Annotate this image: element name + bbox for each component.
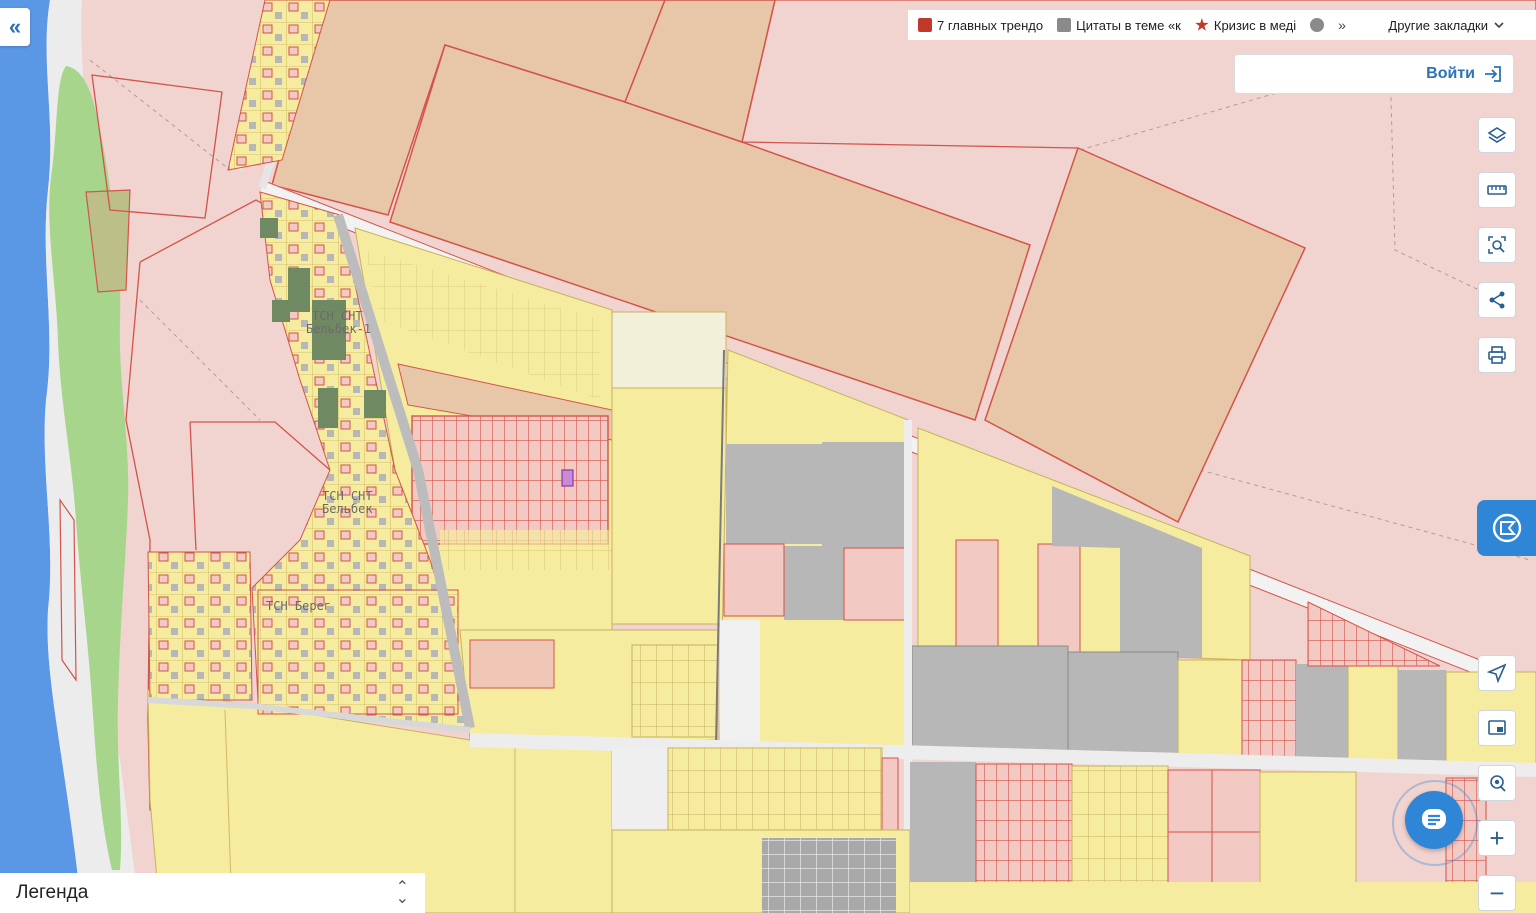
quote-site-icon <box>1057 18 1072 32</box>
bookmark-item[interactable]: 7 главных трендо <box>918 18 1043 33</box>
label-snt-belbek-1: ТСН СНТ <box>312 309 363 323</box>
more-bookmarks-button[interactable]: » <box>1338 17 1346 33</box>
locate-button[interactable] <box>1478 655 1516 691</box>
label-snt-belbek-name: Бельбек <box>322 502 373 516</box>
expand-collapse-icon[interactable]: ⌃ ⌄ <box>396 879 409 906</box>
built-area-6 <box>1067 651 1179 757</box>
bookmarks-bar: 7 главных трендо Цитаты в теме «к Кризис… <box>908 10 1536 40</box>
area-search-button[interactable] <box>1478 227 1516 263</box>
label-tsn-bereg: ТСН Берег <box>266 599 331 613</box>
ruler-icon <box>1487 185 1507 195</box>
built-grid <box>762 838 896 913</box>
print-button[interactable] <box>1478 337 1516 373</box>
star-site-icon <box>1195 18 1209 31</box>
collapse-sidebar-button[interactable]: « <box>0 8 30 46</box>
geo-pin-button[interactable] <box>1478 765 1516 801</box>
other-bookmarks-button[interactable]: Другие закладки <box>1388 18 1536 33</box>
layers-icon <box>1487 127 1507 143</box>
chat-button[interactable] <box>1405 791 1463 849</box>
built-area-9 <box>910 762 976 882</box>
zoom-out-button[interactable]: − <box>1478 875 1516 911</box>
login-button[interactable]: Войти <box>1234 54 1514 94</box>
highlighted-plot[interactable] <box>561 469 574 487</box>
built-area-5 <box>911 645 1069 753</box>
login-label: Войти <box>1426 65 1475 82</box>
geo-pin-icon <box>1490 775 1506 792</box>
area-search-icon <box>1488 236 1506 254</box>
chevron-down-icon <box>1494 22 1504 29</box>
bookmark-item[interactable]: Кризис в меді <box>1195 18 1296 33</box>
legend-panel[interactable]: Легенда ⌃ ⌄ <box>0 873 425 913</box>
share-button[interactable] <box>1478 282 1516 318</box>
layers-button[interactable] <box>1478 117 1516 153</box>
dacha-village-bereg <box>147 551 253 701</box>
print-icon <box>1488 346 1506 364</box>
label-snt-belbek: ТСН СНТ <box>322 489 373 503</box>
screen-icon <box>1488 720 1506 735</box>
cadastral-map[interactable]: ТСН СНТ Бельбек-1 ТСН СНТ Бельбек ТСН Бе… <box>0 0 1536 913</box>
share-icon <box>1489 291 1505 309</box>
label-snt-belbek-1-name: Бельбек-1 <box>306 322 371 336</box>
built-area-3 <box>784 546 844 620</box>
ruler-button[interactable] <box>1478 172 1516 208</box>
flag-icon <box>1492 513 1521 543</box>
built-area-7 <box>1296 664 1348 762</box>
chat-icon <box>1422 809 1446 829</box>
screen-button[interactable] <box>1478 710 1516 746</box>
e-logo-icon <box>918 18 932 32</box>
zoom-in-button[interactable]: + <box>1478 820 1516 856</box>
plots-red-grid-a <box>411 415 609 545</box>
login-icon <box>1485 66 1501 82</box>
info-panel-tab[interactable] <box>1477 500 1536 556</box>
bookmark-item[interactable]: Цитаты в теме «к <box>1057 18 1181 33</box>
locate-icon <box>1487 663 1507 683</box>
built-area-1 <box>726 444 822 544</box>
built-area-8 <box>1398 670 1446 766</box>
built-area-2 <box>822 442 908 548</box>
legend-title: Легенда <box>16 882 89 903</box>
globe-icon[interactable] <box>1310 18 1325 32</box>
